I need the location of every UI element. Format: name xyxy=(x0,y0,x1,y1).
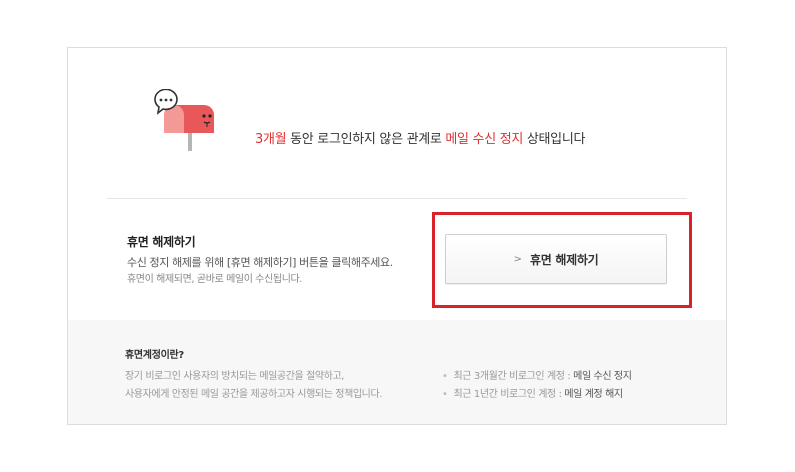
bullet-value: 메일 계정 해지 xyxy=(564,389,623,400)
policy-bullet-3-months: • 최근 3개월간 비로그인 계정 : 메일 수신 정지 xyxy=(442,367,632,382)
chevron-right-icon: > xyxy=(513,253,523,265)
bullet-dot-icon: • xyxy=(442,389,448,400)
bullet-prefix: 최근 1년간 비로그인 계정 : xyxy=(453,389,565,400)
release-button-label: 휴면 해제하기 xyxy=(530,252,599,267)
bullet-value: 메일 수신 정지 xyxy=(573,371,632,382)
info-line-2: 사용자에게 안정된 메일 공간을 제공하고자 시행되는 정책입니다. xyxy=(125,389,383,400)
release-description: 수신 정지 해제를 위해 [휴면 해제하기] 버튼을 클릭해주세요. xyxy=(127,256,393,269)
release-title: 휴면 해제하기 xyxy=(127,235,196,249)
status-highlight: 메일 수신 정지 xyxy=(445,132,524,147)
section-divider xyxy=(107,198,687,199)
bullet-dot-icon: • xyxy=(442,371,448,382)
release-note: 휴면이 해제되면, 곧바로 메일이 수신됩니다. xyxy=(127,274,303,285)
info-line-1: 장기 비로그인 사용자의 방치되는 메일공간을 절약하고, xyxy=(125,371,345,382)
bullet-prefix: 최근 3개월간 비로그인 계정 : xyxy=(453,371,574,382)
period-highlight: 3개월 xyxy=(255,132,287,147)
dormant-info-section: 휴면계정이란? 장기 비로그인 사용자의 방치되는 메일공간을 절약하고, 사용… xyxy=(68,320,726,424)
release-dormant-button[interactable]: > 휴면 해제하기 xyxy=(445,234,667,284)
info-title: 휴면계정이란? xyxy=(125,350,184,361)
dormant-account-card: 3개월 동안 로그인하지 않은 관계로 메일 수신 정지 상태입니다 휴면 해제… xyxy=(67,47,727,425)
page: 3개월 동안 로그인하지 않은 관계로 메일 수신 정지 상태입니다 휴면 해제… xyxy=(0,0,795,472)
message-end: 상태입니다 xyxy=(523,132,586,147)
mailbox-sleeping-icon xyxy=(154,89,214,151)
message-middle: 동안 로그인하지 않은 관계로 xyxy=(286,132,446,147)
dormant-status-message: 3개월 동안 로그인하지 않은 관계로 메일 수신 정지 상태입니다 xyxy=(255,128,585,147)
policy-bullet-1-year: • 최근 1년간 비로그인 계정 : 메일 계정 해지 xyxy=(442,385,623,400)
